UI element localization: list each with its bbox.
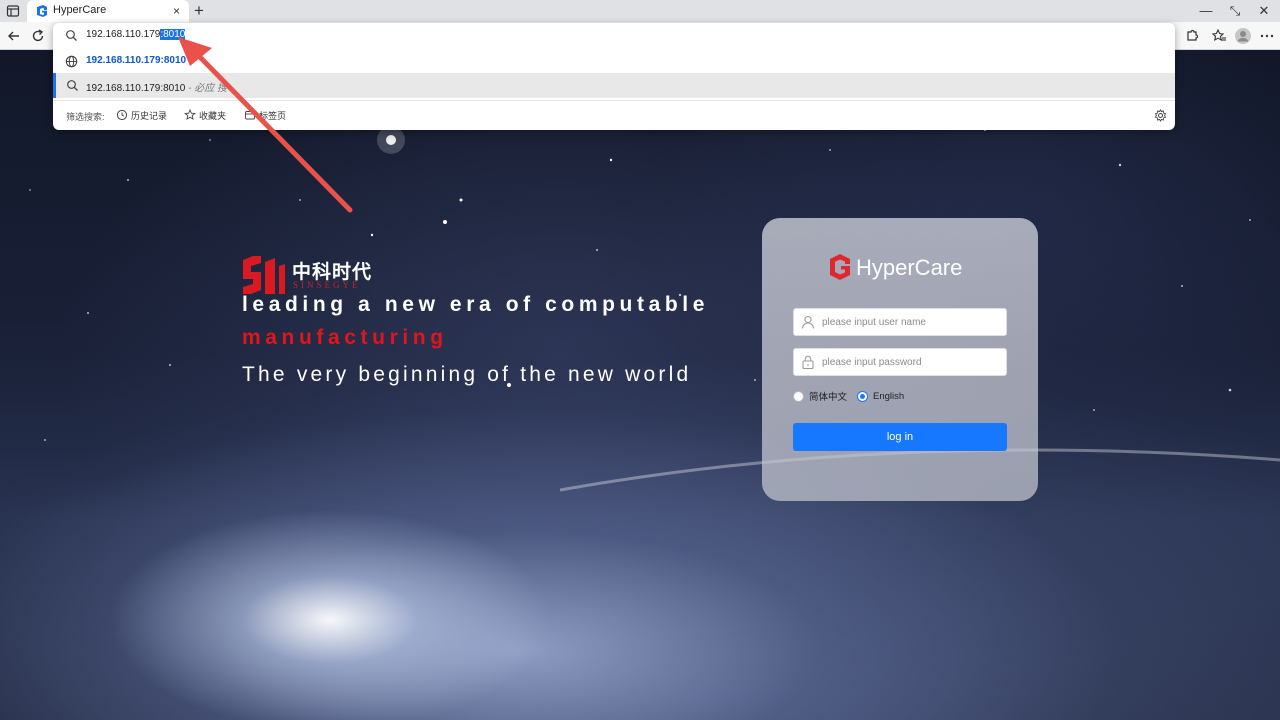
filter-label: 筛选搜索: xyxy=(66,112,105,122)
username-input[interactable] xyxy=(822,309,1002,335)
radio-english[interactable] xyxy=(857,390,868,402)
address-bar-dropdown: 192.168.110.179:8010 192.168.110.179:801… xyxy=(53,23,1175,130)
history-icon xyxy=(116,109,128,121)
suggestion-site[interactable]: 192.168.110.179:8010 xyxy=(53,49,1175,74)
radio-chinese[interactable] xyxy=(793,390,804,402)
suggestion-search[interactable]: 192.168.110.179:8010 - 必应 搜 xyxy=(53,73,1175,98)
filter-chip-tabs-label: 标签页 xyxy=(259,110,287,121)
filter-chip-favorites[interactable]: 收藏夹 xyxy=(184,107,226,123)
filter-chip-history[interactable]: 历史记录 xyxy=(116,107,167,123)
url-text: 192.168.110.179 xyxy=(86,29,161,40)
minimize-icon[interactable]: — xyxy=(1195,2,1217,20)
address-input[interactable]: 192.168.110.179:8010 xyxy=(53,23,1175,48)
suggestion-site-text: 192.168.110.179:8010 xyxy=(86,55,187,66)
hypercare-favicon-icon xyxy=(35,4,49,18)
brand-en-name: SINSEGYE xyxy=(293,280,361,290)
star-icon xyxy=(184,109,196,120)
search-icon xyxy=(65,29,78,42)
favorites-icon[interactable] xyxy=(1210,27,1228,45)
new-tab-button[interactable]: + xyxy=(194,1,204,21)
login-button[interactable]: log in xyxy=(793,423,1007,451)
restore-icon[interactable]: ⤡ xyxy=(1224,2,1246,20)
username-field[interactable] xyxy=(793,308,1007,336)
language-option-chinese[interactable]: 简体中文 xyxy=(793,388,847,404)
refresh-icon[interactable] xyxy=(29,27,47,45)
tab-title: HyperCare xyxy=(53,4,107,16)
language-label-chinese: 简体中文 xyxy=(809,392,848,403)
filter-chip-history-label: 历史记录 xyxy=(131,110,168,121)
browser-tab[interactable]: HyperCare × xyxy=(27,0,189,22)
suggestion-search-text: 192.168.110.179:8010 xyxy=(86,83,186,94)
lock-icon xyxy=(801,355,815,370)
gear-icon[interactable] xyxy=(1154,109,1167,122)
search-icon xyxy=(66,79,79,92)
extensions-icon[interactable] xyxy=(1183,27,1201,45)
back-arrow-icon[interactable] xyxy=(5,27,23,45)
language-label-english: English xyxy=(873,390,905,402)
login-card: HyperCare 简体中文 English log in xyxy=(762,218,1038,501)
password-input[interactable] xyxy=(822,349,1002,375)
profile-avatar-icon[interactable] xyxy=(1234,27,1252,45)
url-selected-port: :8010 xyxy=(160,29,186,40)
window-close-icon[interactable]: ✕ xyxy=(1253,2,1275,20)
password-field[interactable] xyxy=(793,348,1007,376)
login-page-background: 中科时代 SINSEGYE leading a new era of compu… xyxy=(0,50,1280,720)
hypercare-logo-icon xyxy=(830,254,850,280)
user-icon xyxy=(801,315,815,329)
filter-chip-favorites-label: 收藏夹 xyxy=(199,110,227,121)
more-menu-icon[interactable] xyxy=(1258,27,1276,45)
language-option-english[interactable]: English xyxy=(857,388,904,404)
slogan-line-2: manufacturing xyxy=(242,326,448,349)
tabs-icon xyxy=(245,111,255,120)
globe-icon xyxy=(65,55,78,68)
slogan-line-1: leading a new era of computable xyxy=(242,293,710,316)
tab-close-icon[interactable]: × xyxy=(173,3,180,19)
filter-chip-tabs[interactable]: 标签页 xyxy=(244,107,286,123)
tab-strip: HyperCare × + — ⤡ ✕ xyxy=(0,0,1280,22)
login-title: HyperCare xyxy=(856,255,963,280)
slogan-line-3: The very beginning of the new world xyxy=(242,363,692,386)
suggestion-search-suffix: - 必应 搜 xyxy=(185,83,228,94)
search-filter-bar: 筛选搜索: 历史记录 收藏夹 标签页 xyxy=(53,100,1175,130)
tab-actions-icon[interactable] xyxy=(6,4,20,18)
